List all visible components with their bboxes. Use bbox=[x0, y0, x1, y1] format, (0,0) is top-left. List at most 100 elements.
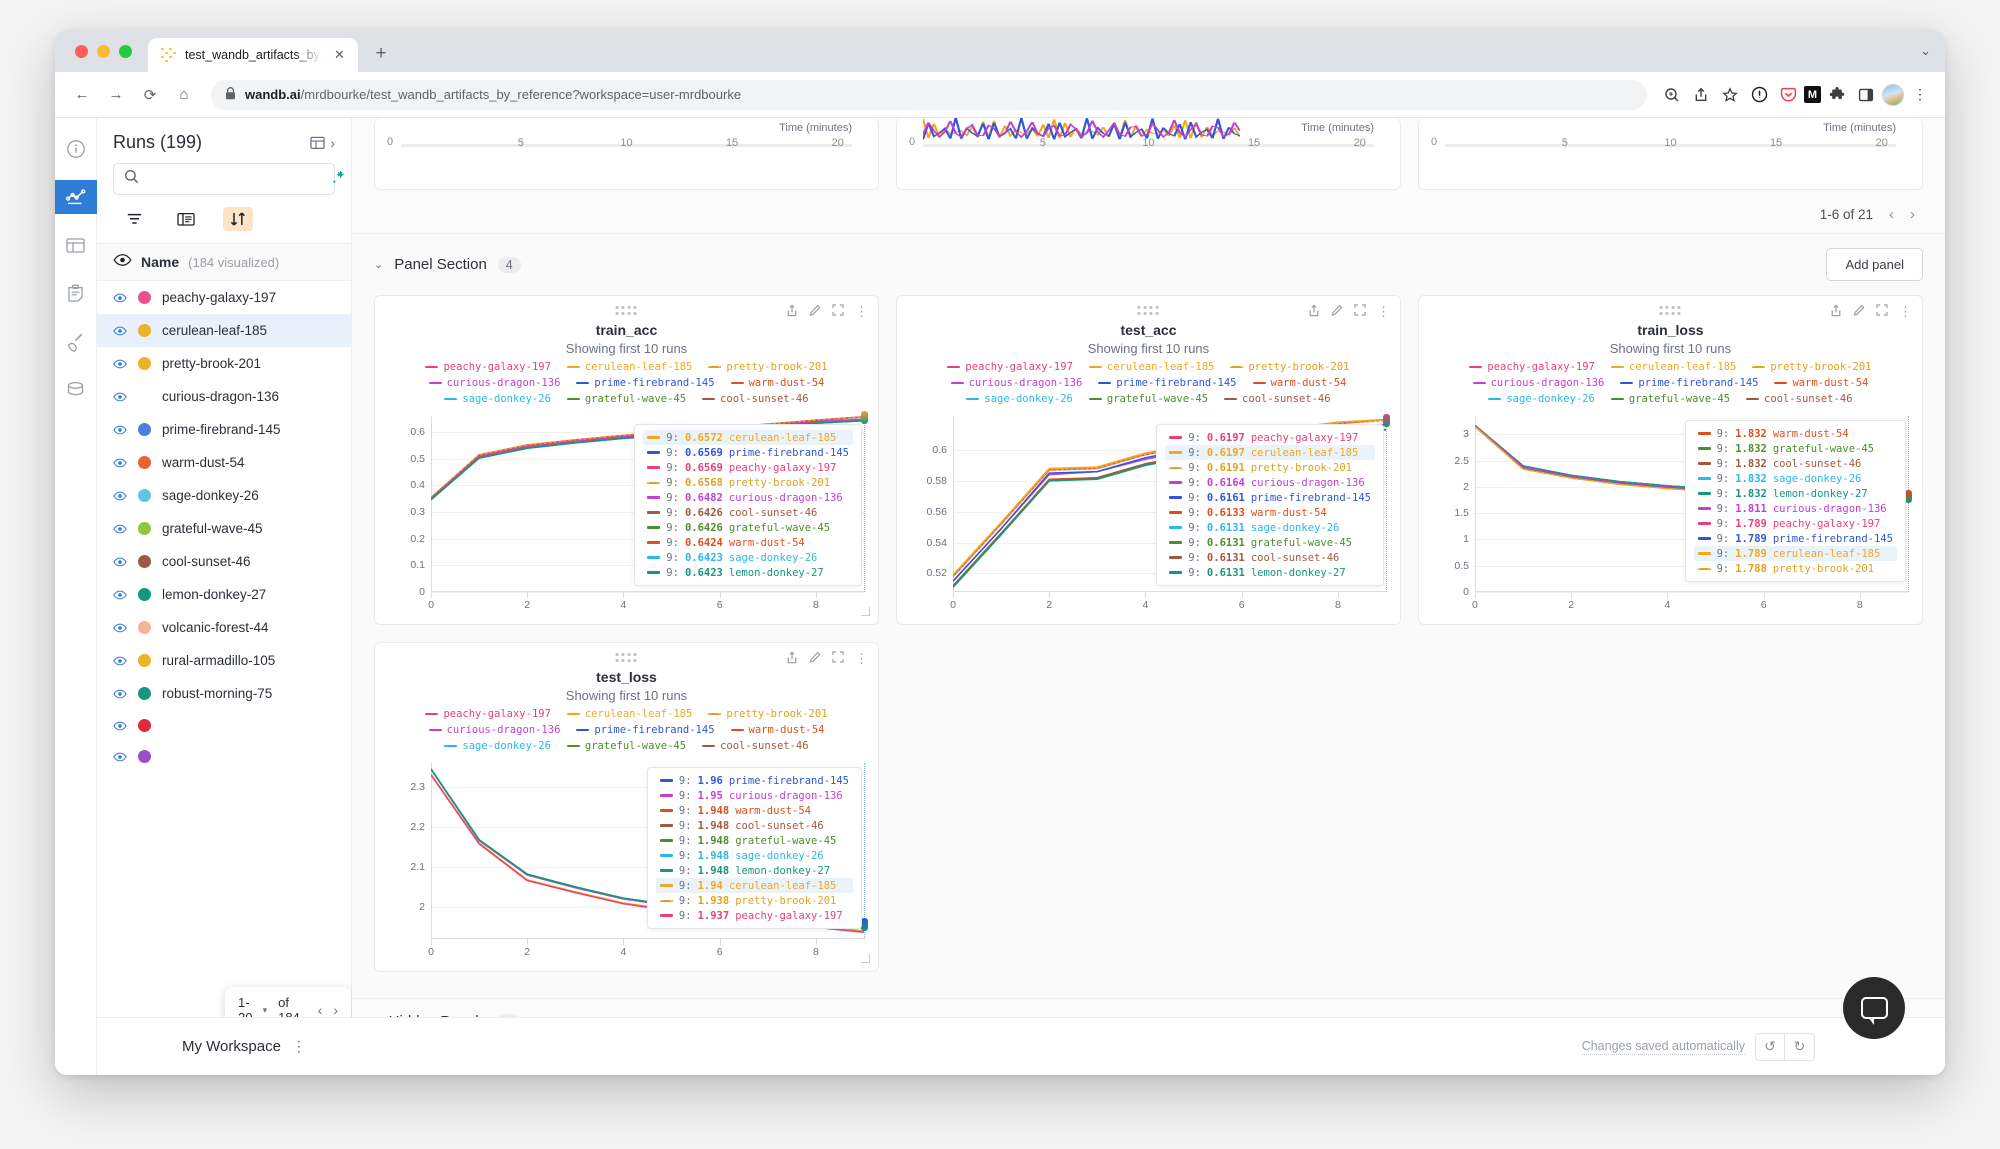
undo-button[interactable]: ↺ bbox=[1755, 1032, 1785, 1061]
fullscreen-panel-icon[interactable] bbox=[1876, 304, 1888, 320]
legend-item[interactable]: prime-firebrand-145 bbox=[576, 724, 715, 736]
legend-item[interactable]: grateful-wave-45 bbox=[1088, 393, 1208, 405]
back-icon[interactable]: ← bbox=[67, 80, 97, 110]
edit-panel-icon[interactable] bbox=[1853, 304, 1865, 320]
legend-item[interactable]: sage-donkey-26 bbox=[444, 740, 551, 752]
edit-panel-icon[interactable] bbox=[809, 304, 821, 320]
panel-section-title[interactable]: Panel Section bbox=[394, 256, 487, 273]
run-visibility-eye-icon[interactable] bbox=[113, 557, 127, 567]
legend-item[interactable]: cool-sunset-46 bbox=[1746, 393, 1853, 405]
legend-item[interactable]: curious-dragon-136 bbox=[428, 377, 560, 389]
list-item[interactable] bbox=[97, 710, 351, 741]
legend-item[interactable]: curious-dragon-136 bbox=[950, 377, 1082, 389]
panel[interactable]: Time (minutes) 0 5 10 15 20 bbox=[896, 118, 1401, 190]
list-item[interactable]: cerulean-leaf-185 bbox=[97, 314, 351, 347]
maximize-window-button[interactable] bbox=[119, 44, 132, 58]
panel-menu-icon[interactable]: ⋮ bbox=[1899, 304, 1912, 320]
run-visibility-eye-icon[interactable] bbox=[113, 524, 127, 534]
legend-item[interactable]: cool-sunset-46 bbox=[1224, 393, 1331, 405]
support-chat-button[interactable] bbox=[1843, 977, 1905, 1039]
plot-area[interactable]: 9: 0.6197 peachy-galaxy-197 9: 0.6197 cerulea… bbox=[952, 414, 1390, 598]
legend-item[interactable]: peachy-galaxy-197 bbox=[425, 361, 551, 373]
fullscreen-panel-icon[interactable] bbox=[1354, 304, 1366, 320]
edit-panel-icon[interactable] bbox=[809, 651, 821, 667]
legend-item[interactable]: sage-donkey-26 bbox=[1488, 393, 1595, 405]
share-panel-icon[interactable] bbox=[1308, 304, 1320, 320]
panel-menu-icon[interactable]: ⋮ bbox=[1377, 304, 1390, 320]
list-item[interactable]: grateful-wave-45 bbox=[97, 512, 351, 545]
tab-search-chevron-down-icon[interactable]: ⌄ bbox=[1920, 43, 1931, 59]
pagination-prev-icon[interactable]: ‹ bbox=[318, 1002, 323, 1018]
close-window-button[interactable] bbox=[75, 44, 88, 58]
overview-info-icon[interactable] bbox=[59, 132, 93, 166]
legend-item[interactable]: pretty-brook-201 bbox=[1230, 361, 1350, 373]
panel-drag-handle[interactable] bbox=[1659, 306, 1681, 315]
legend-item[interactable]: pretty-brook-201 bbox=[1752, 361, 1872, 373]
magic-wand-icon[interactable] bbox=[331, 170, 346, 188]
home-icon[interactable]: ⌂ bbox=[169, 80, 199, 110]
legend-item[interactable]: peachy-galaxy-197 bbox=[1469, 361, 1595, 373]
list-item[interactable]: rural-armadillo-105 bbox=[97, 644, 351, 677]
legend-item[interactable]: cool-sunset-46 bbox=[702, 740, 809, 752]
plot-area[interactable]: 9: 0.6572 cerulean-leaf-185 9: 0.6569 prime-f… bbox=[431, 411, 868, 598]
close-tab-icon[interactable]: ✕ bbox=[331, 47, 348, 64]
fullscreen-panel-icon[interactable] bbox=[832, 651, 844, 667]
sidebar-item-workspace[interactable] bbox=[55, 180, 97, 214]
legend-item[interactable]: sage-donkey-26 bbox=[966, 393, 1073, 405]
forward-icon[interactable]: → bbox=[101, 80, 131, 110]
new-tab-button[interactable]: + bbox=[366, 39, 396, 69]
redo-button[interactable]: ↻ bbox=[1785, 1032, 1815, 1061]
panel-resize-handle[interactable] bbox=[860, 954, 870, 963]
search-input[interactable] bbox=[147, 171, 323, 187]
columns-button[interactable] bbox=[171, 207, 201, 231]
reload-icon[interactable]: ⟳ bbox=[135, 80, 165, 110]
sidebar-item-artifacts[interactable] bbox=[59, 372, 93, 406]
workspace-name-group[interactable]: My Workspace ⋮ bbox=[97, 1038, 306, 1055]
legend-item[interactable]: prime-firebrand-145 bbox=[1098, 377, 1237, 389]
legend-item[interactable]: warm-dust-54 bbox=[1252, 377, 1346, 389]
workspace-menu-icon[interactable]: ⋮ bbox=[292, 1038, 306, 1055]
panel-menu-icon[interactable]: ⋮ bbox=[855, 304, 868, 320]
plot-area[interactable]: 9: 1.96 prime-firebrand-145 9: 1.95 curious-d… bbox=[431, 763, 868, 945]
legend-item[interactable]: cerulean-leaf-185 bbox=[1088, 361, 1214, 373]
zoom-icon[interactable] bbox=[1659, 82, 1685, 108]
panel[interactable]: Time (minutes) 0 5 10 15 20 bbox=[1418, 118, 1923, 190]
section-collapse-caret-icon[interactable]: ⌄ bbox=[374, 258, 383, 271]
list-item[interactable]: volcanic-forest-44 bbox=[97, 611, 351, 644]
run-visibility-eye-icon[interactable] bbox=[113, 656, 127, 666]
legend-item[interactable]: cerulean-leaf-185 bbox=[1610, 361, 1736, 373]
panel-drag-handle[interactable] bbox=[1137, 306, 1159, 315]
mbox-extension-icon[interactable]: M bbox=[1804, 86, 1821, 103]
add-panel-button[interactable]: Add panel bbox=[1826, 248, 1923, 281]
panel-resize-handle[interactable] bbox=[860, 607, 870, 616]
list-item[interactable]: peachy-galaxy-197 bbox=[97, 281, 351, 314]
list-item[interactable]: prime-firebrand-145 bbox=[97, 413, 351, 446]
panel[interactable]: ⋮ test_acc Showing first 10 runs peachy-gal… bbox=[895, 295, 1401, 625]
onepassword-icon[interactable] bbox=[1746, 82, 1772, 108]
run-visibility-eye-icon[interactable] bbox=[113, 458, 127, 468]
visibility-eye-icon[interactable] bbox=[113, 253, 132, 271]
browser-tab[interactable]: test_wandb_artifacts_by_refer ✕ bbox=[148, 38, 358, 72]
side-panel-icon[interactable] bbox=[1853, 82, 1879, 108]
run-visibility-eye-icon[interactable] bbox=[113, 721, 127, 731]
share-icon[interactable] bbox=[1688, 82, 1714, 108]
sidebar-item-reports[interactable] bbox=[59, 276, 93, 310]
run-visibility-eye-icon[interactable] bbox=[113, 425, 127, 435]
legend-item[interactable]: peachy-galaxy-197 bbox=[947, 361, 1073, 373]
profile-avatar[interactable] bbox=[1882, 83, 1904, 106]
run-visibility-eye-icon[interactable] bbox=[113, 293, 127, 303]
legend-item[interactable]: curious-dragon-136 bbox=[428, 724, 560, 736]
legend-item[interactable]: pretty-brook-201 bbox=[708, 708, 828, 720]
run-visibility-eye-icon[interactable] bbox=[113, 623, 127, 633]
legend-item[interactable]: sage-donkey-26 bbox=[444, 393, 551, 405]
pocket-icon[interactable] bbox=[1775, 82, 1801, 108]
run-visibility-eye-icon[interactable] bbox=[113, 752, 127, 762]
legend-item[interactable]: pretty-brook-201 bbox=[708, 361, 828, 373]
panel[interactable]: ⋮ test_loss Showing first 10 runs peachy-ga… bbox=[374, 642, 879, 972]
panel-drag-handle[interactable] bbox=[615, 653, 637, 662]
legend-item[interactable]: grateful-wave-45 bbox=[566, 740, 686, 752]
panel-drag-handle[interactable] bbox=[615, 306, 637, 315]
legend-item[interactable]: cerulean-leaf-185 bbox=[566, 361, 692, 373]
panel[interactable]: ⋮ train_acc Showing first 10 runs peachy-ga… bbox=[374, 295, 879, 625]
sort-button[interactable] bbox=[223, 207, 253, 231]
